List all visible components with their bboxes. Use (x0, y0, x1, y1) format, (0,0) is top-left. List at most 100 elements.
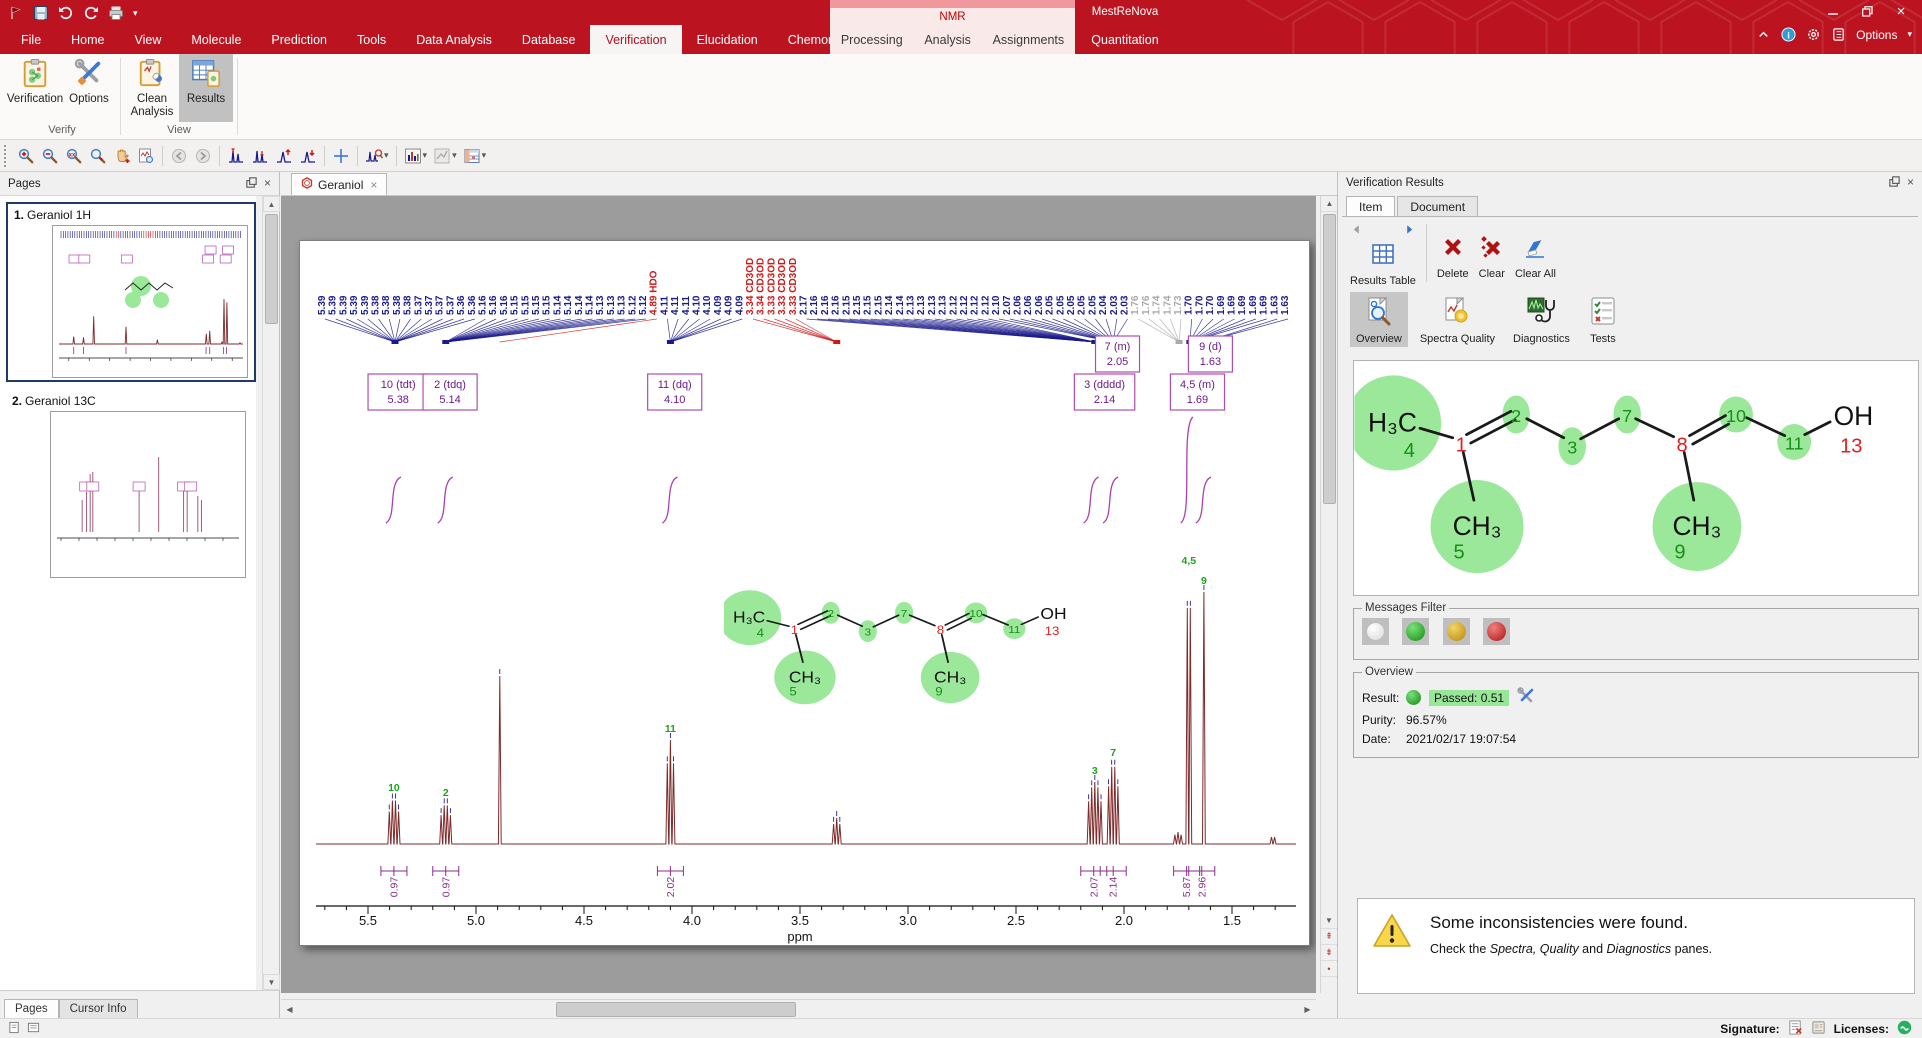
panel-tab-pages[interactable]: Pages (4, 999, 59, 1018)
filter-warning-button[interactable] (1443, 618, 1470, 645)
peaks-region-icon[interactable] (248, 145, 272, 167)
verification-tab-item[interactable]: Item (1346, 196, 1395, 217)
prev-result-icon[interactable] (1351, 222, 1362, 240)
page-down-icon[interactable]: ⇟ (1321, 945, 1337, 961)
ribbon-tab-quantitation[interactable]: Quantitation (1075, 25, 1175, 54)
delete-button[interactable]: Delete (1437, 222, 1469, 280)
fit-down-icon[interactable] (296, 145, 320, 167)
print-preview-icon[interactable] (134, 145, 158, 167)
print-icon[interactable] (108, 5, 124, 21)
scroll-thumb[interactable] (556, 1002, 796, 1017)
view-button-overview[interactable]: Overview (1350, 292, 1408, 347)
scroll-down-icon[interactable]: ▼ (263, 974, 280, 990)
scroll-thumb[interactable] (1323, 214, 1336, 504)
ribbon-tab-view[interactable]: View (120, 25, 177, 54)
close-panel-icon[interactable]: × (264, 176, 271, 192)
close-button[interactable]: × (1884, 0, 1918, 22)
info-icon[interactable]: i (1781, 27, 1796, 42)
overlay-disabled-icon[interactable]: ▾ (430, 145, 460, 167)
verification-button[interactable]: Verification (8, 54, 62, 122)
ribbon-tab-verification[interactable]: Verification (590, 25, 681, 54)
scroll-up-icon[interactable]: ▲ (1321, 196, 1338, 212)
ribbon-tab-molecule[interactable]: Molecule (176, 25, 256, 54)
filter-passed-button[interactable] (1402, 618, 1429, 645)
crosshair-icon[interactable] (329, 145, 353, 167)
pages-scrollbar[interactable]: ▲ ▼ (262, 196, 279, 990)
clean-analysis-button[interactable]: Clean Analysis (125, 54, 179, 122)
options-button[interactable]: Options (62, 54, 116, 122)
collapse-ribbon-icon[interactable] (1756, 27, 1771, 42)
peak-zoom-icon[interactable]: ▾ (362, 145, 392, 167)
view-button-diagnostics[interactable]: Diagnostics (1507, 292, 1576, 347)
configure-result-icon[interactable] (1509, 687, 1535, 708)
peaks-full-icon[interactable] (224, 145, 248, 167)
next-gray-icon[interactable] (191, 145, 215, 167)
close-panel-icon[interactable]: × (1907, 175, 1914, 191)
undo-icon[interactable] (58, 5, 74, 21)
page-icon[interactable] (27, 1021, 40, 1037)
qat-more-icon[interactable]: ▾ (133, 8, 138, 19)
table-view-icon[interactable]: ▾ (460, 145, 490, 167)
signature-invalid-icon[interactable] (1788, 1020, 1803, 1038)
next-result-icon[interactable] (1404, 222, 1415, 240)
zoom-out-icon[interactable] (38, 145, 62, 167)
redo-icon[interactable] (83, 5, 99, 21)
ribbon-tab-processing[interactable]: Processing (837, 33, 907, 47)
options-dropdown-icon[interactable]: ▾ (1907, 29, 1912, 40)
licenses-book-icon[interactable] (1831, 27, 1846, 42)
save-icon[interactable] (33, 5, 49, 21)
ribbon-tab-analysis[interactable]: Analysis (920, 33, 975, 47)
spectrum-page[interactable]: 5.55.04.54.03.53.02.52.01.5ppm0.970.972.… (299, 240, 1310, 946)
scroll-left-icon[interactable]: ◀ (281, 1001, 298, 1017)
zoom-100-icon[interactable]: xx (62, 145, 86, 167)
prev-gray-icon[interactable] (167, 145, 191, 167)
results-button[interactable]: Results (179, 54, 233, 122)
histogram-icon[interactable]: ▾ (401, 145, 431, 167)
scroll-up-icon[interactable]: ▲ (263, 196, 280, 212)
ribbon-tab-data-analysis[interactable]: Data Analysis (401, 25, 507, 54)
toolbar-handle[interactable] (4, 145, 9, 167)
filter-failed-button[interactable] (1483, 618, 1510, 645)
vertical-scrollbar[interactable]: ▲ ▼ ⇞ ⇟ • (1320, 196, 1337, 993)
filter-all-button[interactable] (1362, 618, 1389, 645)
ribbon-tab-tools[interactable]: Tools (342, 25, 401, 54)
ribbon-tab-home[interactable]: Home (56, 25, 119, 54)
scroll-right-icon[interactable]: ▶ (1299, 1001, 1316, 1017)
clear-button[interactable]: Clear (1479, 222, 1505, 280)
zoom-in-icon[interactable] (14, 145, 38, 167)
clear-all-button[interactable]: Clear All (1515, 222, 1556, 280)
page-thumbnail-1h[interactable] (52, 225, 248, 378)
ribbon-tab-elucidation[interactable]: Elucidation (682, 25, 773, 54)
page-select-icon[interactable]: • (1321, 961, 1337, 977)
float-panel-icon[interactable] (245, 176, 258, 192)
restore-button[interactable] (1850, 0, 1884, 22)
view-button-tests[interactable]: Tests (1582, 292, 1624, 347)
float-panel-icon[interactable] (1888, 175, 1901, 191)
ribbon-tab-database[interactable]: Database (507, 25, 591, 54)
ribbon-tab-file[interactable]: File (6, 25, 56, 54)
scroll-thumb[interactable] (265, 214, 278, 324)
view-button-spectra-quality[interactable]: Spectra Quality (1414, 292, 1501, 347)
close-document-icon[interactable]: × (370, 178, 377, 192)
molecule-structure-main[interactable] (724, 586, 1080, 714)
options-menu[interactable]: Options (1856, 28, 1897, 42)
page-item-1[interactable]: 1.Geraniol 1H (6, 202, 256, 382)
document-canvas[interactable]: 5.55.04.54.03.53.02.52.01.5ppm0.970.972.… (281, 196, 1316, 993)
page-thumbnail-13c[interactable] (50, 411, 246, 578)
minimize-button[interactable] (1816, 0, 1850, 22)
license-status-icon[interactable] (1897, 1020, 1912, 1038)
results-table-button[interactable]: Results Table (1350, 222, 1416, 287)
page-icon[interactable] (8, 1021, 21, 1037)
page-up-icon[interactable]: ⇞ (1321, 929, 1337, 945)
panel-tab-cursor-info[interactable]: Cursor Info (59, 999, 138, 1018)
bookmark-icon[interactable] (8, 5, 24, 21)
page-item-2[interactable]: 2.Geraniol 13C (6, 390, 256, 580)
ribbon-tab-assignments[interactable]: Assignments (989, 33, 1069, 47)
gear-icon[interactable] (1806, 27, 1821, 42)
horizontal-scrollbar[interactable]: ◀ ▶ (281, 999, 1316, 1018)
scroll-down-icon[interactable]: ▼ (1321, 913, 1337, 929)
pan-icon[interactable] (110, 145, 134, 167)
signature-card-icon[interactable] (1811, 1020, 1826, 1038)
fit-up-icon[interactable] (272, 145, 296, 167)
ribbon-tab-prediction[interactable]: Prediction (256, 25, 342, 54)
